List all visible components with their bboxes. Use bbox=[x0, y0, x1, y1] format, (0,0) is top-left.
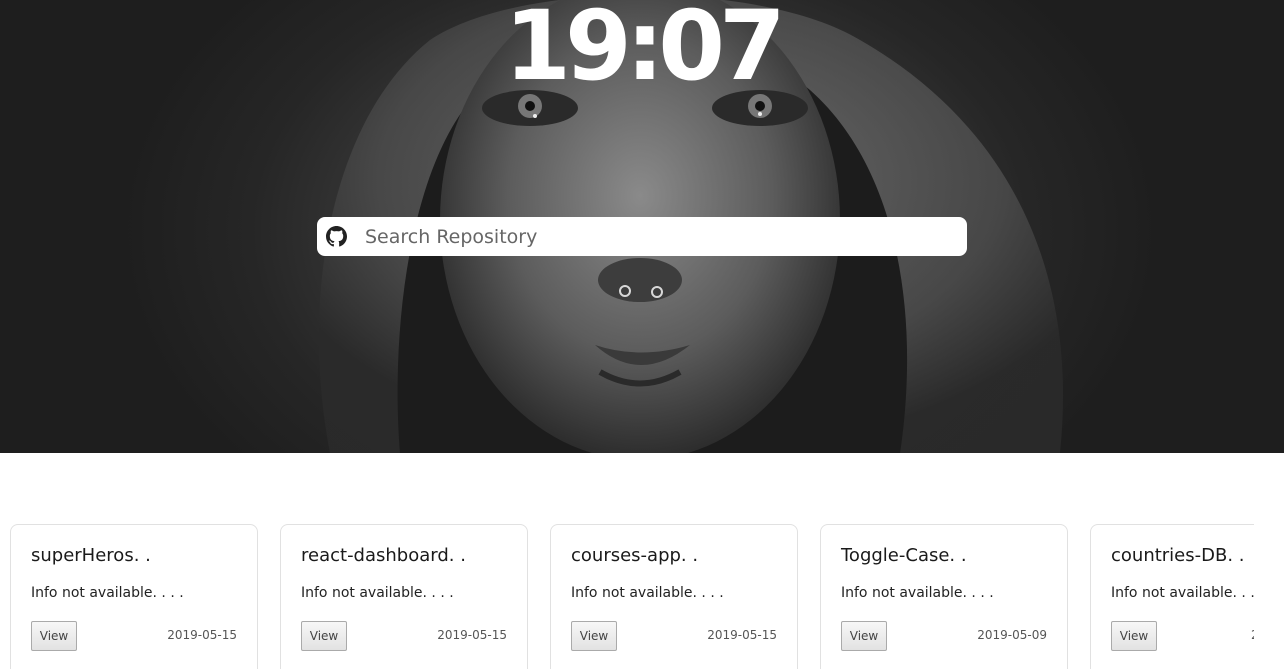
repo-card: react-dashboard. . Info not available. .… bbox=[280, 524, 528, 669]
repo-date: 2019-05-15 bbox=[437, 628, 507, 642]
repo-card: Toggle-Case. . Info not available. . . .… bbox=[820, 524, 1068, 669]
repo-card: superHeros. . Info not available. . . . … bbox=[10, 524, 258, 669]
repo-card: countries-DB. . Info not available. . . … bbox=[1090, 524, 1254, 669]
repo-info: Info not available. . . . bbox=[1111, 585, 1254, 601]
repo-info: Info not available. . . . bbox=[571, 585, 724, 601]
repo-date: 2019-05-15 bbox=[167, 628, 237, 642]
repo-title: superHeros. . bbox=[31, 545, 151, 566]
view-button[interactable]: View bbox=[571, 621, 617, 651]
repo-card: courses-app. . Info not available. . . .… bbox=[550, 524, 798, 669]
hero-background: 19:07 bbox=[0, 0, 1284, 453]
repo-date: 2 bbox=[1251, 628, 1254, 642]
repo-title: react-dashboard. . bbox=[301, 545, 466, 566]
view-button[interactable]: View bbox=[31, 621, 77, 651]
search-bar[interactable] bbox=[317, 217, 967, 256]
repo-title: courses-app. . bbox=[571, 545, 699, 566]
repo-info: Info not available. . . . bbox=[31, 585, 184, 601]
github-icon bbox=[326, 226, 347, 247]
repo-info: Info not available. . . . bbox=[301, 585, 454, 601]
repo-title: Toggle-Case. . bbox=[841, 545, 967, 566]
view-button[interactable]: View bbox=[1111, 621, 1157, 651]
repo-date: 2019-05-15 bbox=[707, 628, 777, 642]
clock-time: 19:07 bbox=[504, 0, 786, 102]
repo-date: 2019-05-09 bbox=[977, 628, 1047, 642]
search-input[interactable] bbox=[365, 217, 955, 256]
repository-cards: superHeros. . Info not available. . . . … bbox=[0, 453, 1254, 669]
repo-title: countries-DB. . bbox=[1111, 545, 1245, 566]
view-button[interactable]: View bbox=[841, 621, 887, 651]
repo-info: Info not available. . . . bbox=[841, 585, 994, 601]
view-button[interactable]: View bbox=[301, 621, 347, 651]
